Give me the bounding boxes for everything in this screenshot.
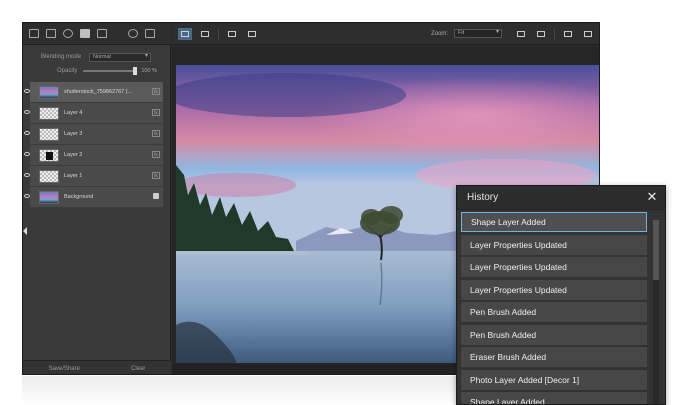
layer-thumbnail	[39, 85, 59, 99]
adjustment-layer-icon[interactable]	[63, 29, 73, 38]
layer-effects-button[interactable]: fx	[152, 88, 160, 95]
visibility-eye-icon[interactable]	[24, 194, 30, 198]
filter-icon[interactable]	[128, 29, 138, 38]
layer-thumbnail	[39, 190, 59, 204]
image-view-icon	[181, 30, 189, 37]
magnifier-icon	[564, 30, 572, 37]
canvas-toolbar: Zoom: Fit	[172, 23, 599, 45]
layer-row[interactable]: Layer 4 fx	[24, 103, 163, 123]
visibility-eye-icon[interactable]	[24, 131, 30, 135]
compare-view-icon	[201, 30, 209, 37]
toolbar-divider	[218, 27, 219, 40]
layer-thumbnail	[39, 169, 59, 183]
crop-icon	[517, 30, 525, 37]
rotate-button[interactable]	[534, 28, 548, 40]
history-scrollbar[interactable]	[653, 220, 659, 404]
history-scrollbar-thumb[interactable]	[653, 220, 659, 280]
view-compare-button[interactable]	[198, 28, 212, 40]
layer-row[interactable]: Layer 3 fx	[24, 124, 163, 144]
layers-panel: Blending mode Normal Opacity 100 % shutt…	[23, 23, 171, 374]
layers-footer: Save/Share Clear	[23, 360, 171, 374]
layer-thumbnail	[39, 106, 59, 120]
layer-row[interactable]: Background	[24, 187, 163, 207]
visibility-eye-icon[interactable]	[24, 152, 30, 156]
layer-name: Background	[64, 194, 94, 200]
history-header: History ✕	[457, 186, 665, 210]
zoom-tool-button[interactable]	[561, 28, 575, 40]
layer-menu-icon[interactable]	[97, 29, 107, 38]
layer-list: shutterstock_759862767 (... fx Layer 4 fx La…	[24, 82, 163, 208]
layers-toolbar	[23, 23, 171, 45]
new-photo-layer-icon[interactable]	[46, 29, 56, 38]
zoom-label: Zoom:	[430, 30, 448, 37]
history-list: Shape Layer Added Layer Properties Update…	[461, 212, 647, 404]
visibility-eye-icon[interactable]	[24, 89, 30, 93]
layer-effects-button[interactable]: fx	[152, 130, 160, 137]
blending-mode-select[interactable]: Normal	[89, 52, 152, 62]
opacity-slider[interactable]	[83, 67, 138, 75]
visibility-eye-icon[interactable]	[24, 110, 30, 114]
layer-name: Layer 4	[64, 110, 83, 116]
opacity-row: Opacity 100 %	[23, 65, 171, 77]
grid-icon	[228, 30, 236, 37]
history-item[interactable]: Layer Properties Updated	[461, 279, 647, 300]
view-menu-button[interactable]	[225, 28, 239, 40]
toolbar-divider	[554, 27, 555, 40]
history-item[interactable]: Shape Layer Added	[461, 392, 647, 404]
history-item[interactable]: Pen Brush Added	[461, 324, 647, 345]
pan-tool-button[interactable]	[581, 28, 595, 40]
layer-row[interactable]: Layer 1 fx	[24, 166, 163, 186]
hand-icon	[584, 30, 592, 37]
lock-icon	[153, 193, 159, 199]
layer-effects-button[interactable]: fx	[152, 151, 160, 158]
history-item[interactable]: Photo Layer Added [Decor 1]	[461, 369, 647, 390]
layer-name: shutterstock_759862767 (...	[64, 89, 133, 95]
new-layer-icon[interactable]	[29, 29, 39, 38]
mask-icon[interactable]	[80, 29, 90, 38]
rotate-icon	[537, 30, 545, 37]
layer-name: Layer 1	[64, 173, 83, 179]
visibility-eye-icon[interactable]	[24, 173, 30, 177]
opacity-label: Opacity	[57, 68, 78, 74]
layer-name: Layer 3	[64, 131, 83, 137]
layer-row[interactable]: shutterstock_759862767 (... fx	[24, 82, 163, 102]
close-icon[interactable]: ✕	[645, 190, 659, 204]
collapse-panel-icon[interactable]	[23, 227, 27, 235]
save-share-button[interactable]: Save/Share	[49, 366, 80, 372]
zoom-select[interactable]: Fit	[454, 29, 502, 38]
blending-mode-label: Blending mode	[41, 54, 82, 60]
trash-icon[interactable]	[145, 29, 155, 38]
layer-effects-button[interactable]: fx	[152, 109, 160, 116]
history-item[interactable]: Layer Properties Updated	[461, 257, 647, 277]
monitor-icon	[248, 30, 256, 37]
layer-row[interactable]: Layer 2 fx	[24, 145, 163, 165]
layer-thumbnail	[39, 127, 59, 141]
opacity-value: 100 %	[141, 68, 157, 74]
history-item[interactable]: Eraser Brush Added	[461, 347, 647, 367]
clear-button[interactable]: Clear	[131, 366, 145, 372]
history-item[interactable]: Pen Brush Added	[461, 302, 647, 322]
display-button[interactable]	[245, 28, 259, 40]
history-item[interactable]: Layer Properties Updated	[461, 234, 647, 255]
layer-effects-button[interactable]: fx	[152, 172, 160, 179]
history-title: History	[467, 192, 499, 203]
layer-name: Layer 2	[64, 152, 83, 158]
history-panel: History ✕ Shape Layer Added Layer Propert…	[456, 185, 666, 405]
opacity-slider-thumb[interactable]	[133, 67, 138, 75]
view-single-button[interactable]	[178, 27, 192, 40]
history-item[interactable]: Shape Layer Added	[461, 212, 647, 232]
blending-mode-row: Blending mode Normal	[23, 51, 171, 63]
crop-button[interactable]	[514, 28, 528, 40]
layer-thumbnail	[39, 148, 59, 162]
